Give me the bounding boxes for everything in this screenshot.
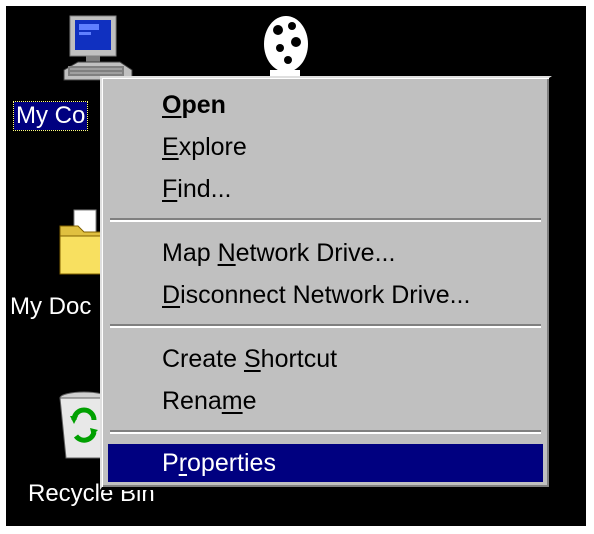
my-computer-label[interactable]: My Co <box>12 101 89 131</box>
menu-item-open[interactable]: Open <box>108 86 543 124</box>
menu-item-find[interactable]: Find... <box>108 170 543 208</box>
menu-item-map-network-drive[interactable]: Map Network Drive... <box>108 234 543 272</box>
menu-separator <box>110 430 541 434</box>
desktop: My Co My Doc Recycle Bin Open Explore Fi… <box>6 6 586 526</box>
dalmatian-icon[interactable] <box>250 8 320 82</box>
menu-item-create-shortcut[interactable]: Create Shortcut <box>108 340 543 378</box>
menu-separator <box>110 324 541 328</box>
menu-item-disconnect-network-drive[interactable]: Disconnect Network Drive... <box>108 276 543 314</box>
my-documents-label[interactable]: My Doc <box>10 293 91 321</box>
menu-item-rename[interactable]: Rename <box>108 382 543 420</box>
menu-item-properties[interactable]: Properties <box>108 444 543 482</box>
menu-item-explore[interactable]: Explore <box>108 128 543 166</box>
menu-separator <box>110 218 541 222</box>
context-menu: Open Explore Find... Map Network Drive..… <box>100 76 552 490</box>
